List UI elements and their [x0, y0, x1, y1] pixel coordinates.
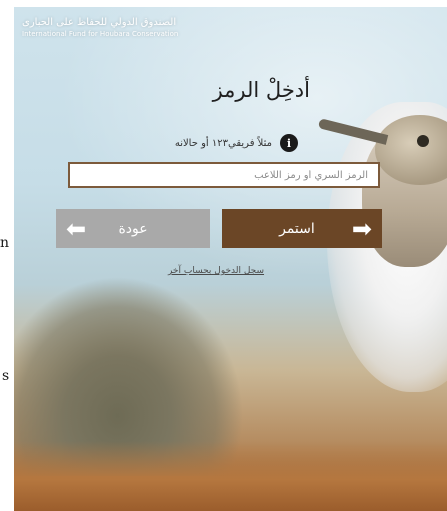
code-input[interactable] — [68, 162, 380, 188]
arrow-right-icon: ➡ — [351, 214, 372, 243]
code-hint: مثلاً فريقي١٢٣ أو حالانه i — [128, 134, 298, 152]
organization-name-english: International Fund for Houbara Conservat… — [22, 30, 179, 38]
back-button[interactable]: ⬅ عودة — [56, 209, 210, 248]
back-button-label: عودة — [118, 220, 148, 237]
arrow-left-icon: ⬅ — [66, 214, 87, 243]
info-icon[interactable]: i — [280, 134, 298, 152]
clipped-letter: s — [2, 368, 10, 384]
continue-button[interactable]: استمر ➡ — [222, 209, 382, 248]
organization-name-arabic: الصندوق الدولي للحفاظ على الحبارى — [22, 17, 177, 28]
code-hint-text: مثلاً فريقي١٢٣ أو حالانه — [174, 137, 272, 149]
continue-button-label: استمر — [279, 220, 315, 237]
clipped-letter: n — [0, 235, 10, 251]
register-link[interactable]: سجل الدخول بحساب آخر — [136, 266, 296, 276]
bird-eye — [417, 135, 429, 147]
page-title: أدخِلْ الرمز — [212, 78, 310, 102]
ground — [14, 441, 447, 511]
organization-logo: الصندوق الدولي للحفاظ على الحبارى Intern… — [22, 17, 178, 38]
